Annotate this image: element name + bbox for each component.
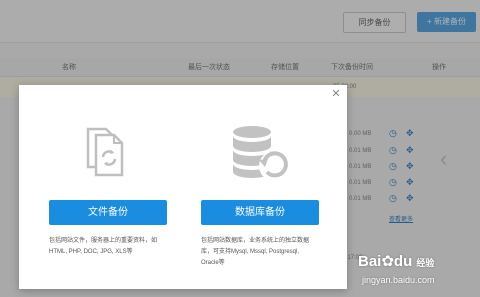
file-copy-icon — [86, 127, 124, 177]
watermark-jingyan: 经验 — [416, 258, 435, 268]
db-desc-line: Oracle等 — [201, 260, 225, 266]
database-restore-icon — [233, 126, 289, 181]
watermark-brand: Bai — [358, 253, 382, 270]
watermark-url: jingyan.baidu.com — [362, 275, 435, 285]
db-desc-line: 库，可支持Mysql, Mssql, Postgresql, — [201, 249, 300, 255]
file-backup-description: 包括网站文件，服务器上的重要资料，如 HTML, PHP, DOC, JPG, … — [49, 236, 189, 258]
file-desc-line: HTML, PHP, DOC, JPG, XLS等 — [49, 249, 133, 255]
database-backup-description: 包括网站数据库，业务系统上的独立数据 库，可支持Mysql, Mssql, Po… — [201, 236, 341, 269]
file-backup-button[interactable]: 文件备份 — [49, 200, 167, 225]
db-desc-line: 包括网站数据库，业务系统上的独立数据 — [201, 238, 310, 244]
database-backup-button[interactable]: 数据库备份 — [201, 200, 319, 225]
watermark-du: du — [393, 253, 413, 270]
close-icon[interactable]: ✕ — [330, 88, 342, 100]
paw-icon: ✿ — [381, 253, 394, 270]
file-desc-line: 包括网站文件，服务器上的重要资料，如 — [49, 238, 158, 244]
baidu-jingyan-watermark: Bai✿du 经验 — [358, 252, 434, 270]
